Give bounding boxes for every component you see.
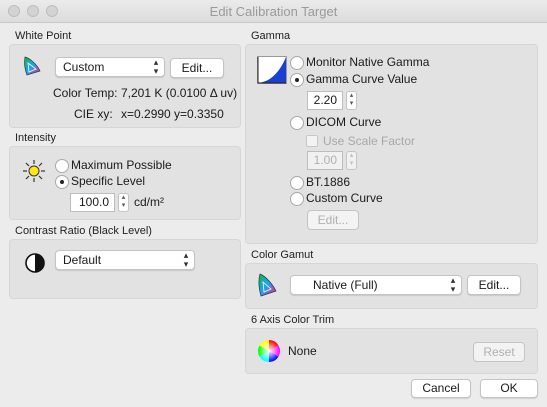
intensity-specific-label[interactable]: Specific Level [71, 174, 145, 188]
gamma-bt1886-radio[interactable] [290, 176, 304, 190]
cie-chromaticity-icon [23, 56, 41, 79]
gamma-panel: Monitor Native Gamma Gamma Curve Value 2… [245, 44, 538, 244]
title-bar: Edit Calibration Target [0, 0, 547, 23]
use-scale-factor-checkbox[interactable] [306, 135, 318, 147]
gamma-curve-icon [257, 56, 287, 87]
chevron-updown-icon: ▴ ▾ [153, 57, 159, 76]
use-scale-factor-label: Use Scale Factor [323, 134, 416, 148]
contrast-section-title: Contrast Ratio (Black Level) [15, 225, 152, 237]
chevron-updown-icon: ▴ ▾ [183, 250, 189, 269]
custom-curve-edit-button[interactable]: Edit... [307, 210, 359, 230]
gamma-native-label[interactable]: Monitor Native Gamma [306, 55, 429, 69]
gamma-curve-value-label[interactable]: Gamma Curve Value [306, 72, 417, 86]
contrast-panel: Default ▴ ▾ [9, 239, 241, 299]
color-trim-panel: None Reset [245, 328, 538, 374]
white-point-select[interactable]: Custom ▴ ▾ [55, 57, 165, 77]
contrast-select-value: Default [63, 253, 102, 267]
cie-xy-label: CIE xy: [74, 107, 113, 121]
intensity-level-input[interactable]: 100.0 [70, 193, 115, 212]
edit-calibration-target-window: Edit Calibration Target White Point Cust… [0, 0, 547, 407]
intensity-max-label[interactable]: Maximum Possible [71, 158, 172, 172]
gamma-dicom-radio[interactable] [290, 116, 304, 130]
intensity-section-title: Intensity [15, 132, 56, 144]
gamma-dicom-label[interactable]: DICOM Curve [306, 115, 381, 129]
gamma-custom-label[interactable]: Custom Curve [306, 191, 383, 205]
intensity-panel: Maximum Possible Specific Level 100.0 ▴ ▾… [9, 146, 241, 220]
intensity-specific-radio[interactable] [55, 175, 69, 189]
color-temp-value: 7,201 K (0.0100 Δ uv) [121, 86, 238, 100]
gamma-custom-radio[interactable] [290, 192, 304, 206]
gamma-curve-value-radio[interactable] [290, 73, 304, 87]
color-gamut-select-value: Native (Full) [313, 278, 378, 292]
gamma-bt1886-label[interactable]: BT.1886 [306, 175, 350, 189]
cie-chromaticity-icon [257, 273, 277, 300]
color-wheel-icon [257, 339, 281, 366]
color-gamut-select[interactable]: Native (Full) ▴ ▾ [290, 275, 462, 295]
window-title: Edit Calibration Target [209, 4, 338, 19]
color-trim-status: None [288, 344, 317, 358]
color-gamut-edit-button[interactable]: Edit... [467, 275, 521, 295]
cancel-button[interactable]: Cancel [411, 379, 471, 398]
chevron-updown-icon: ▴ ▾ [450, 275, 456, 294]
white-point-edit-button[interactable]: Edit... [170, 58, 224, 78]
contrast-select[interactable]: Default ▴ ▾ [55, 250, 195, 270]
gamma-native-radio[interactable] [290, 56, 304, 70]
color-temp-label: Color Temp: [53, 86, 118, 100]
intensity-max-radio[interactable] [55, 159, 69, 173]
cie-xy-value: x=0.2990 y=0.3350 [121, 107, 224, 121]
color-gamut-section-title: Color Gamut [251, 249, 314, 261]
color-trim-section-title: 6 Axis Color Trim [251, 314, 335, 326]
white-point-section-title: White Point [15, 30, 72, 42]
intensity-unit: cd/m² [134, 195, 164, 209]
intensity-level-stepper[interactable]: ▴ ▾ [118, 193, 129, 212]
color-gamut-panel: Native (Full) ▴ ▾ Edit... [245, 263, 538, 309]
sun-icon [22, 159, 46, 186]
gamma-value-input[interactable]: 2.20 [307, 91, 343, 110]
white-point-panel: Custom ▴ ▾ Edit... Color Temp: 7,201 K (0… [9, 44, 241, 128]
ok-button[interactable]: OK [480, 379, 538, 398]
gamma-value-stepper[interactable]: ▴ ▾ [346, 91, 357, 110]
scale-factor-stepper[interactable]: ▴ ▾ [346, 151, 357, 170]
scale-factor-input[interactable]: 1.00 [307, 151, 343, 170]
contrast-icon [24, 252, 46, 277]
color-trim-reset-button[interactable]: Reset [473, 342, 525, 362]
white-point-select-value: Custom [63, 60, 105, 74]
gamma-section-title: Gamma [251, 30, 291, 42]
